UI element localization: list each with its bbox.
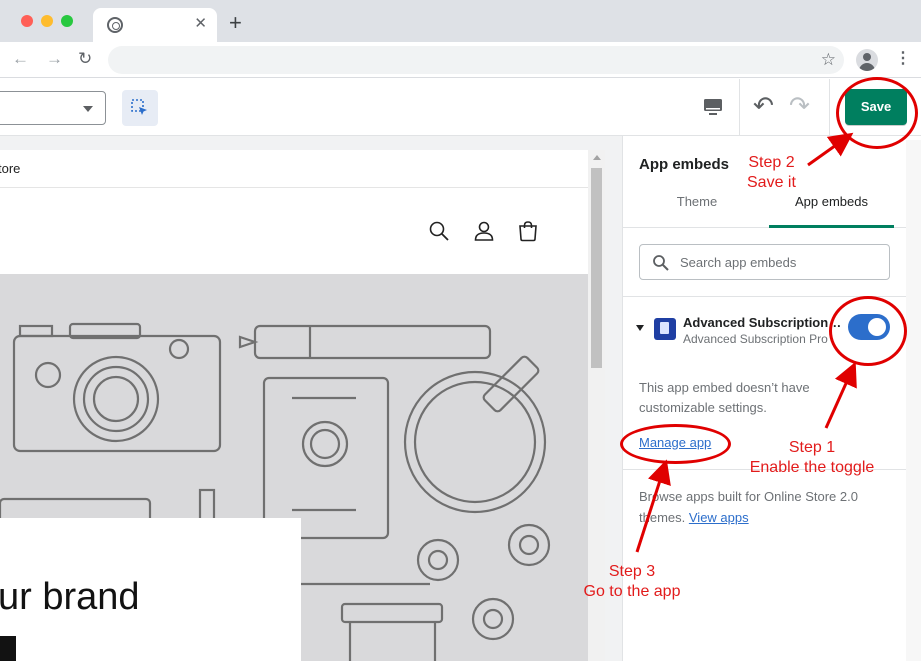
step2-title: Step 2 <box>748 154 795 171</box>
step1-desc: Enable the toggle <box>749 459 875 476</box>
step3-arrow <box>635 459 671 553</box>
step2-desc: Save it <box>747 174 796 191</box>
step3-annotation: Step 3 Go to the app <box>579 562 685 602</box>
step1-annotation: Step 1 Enable the toggle <box>745 438 879 478</box>
step1-title: Step 1 <box>788 439 836 456</box>
step2-arrow <box>807 132 854 167</box>
step3-title: Step 3 <box>608 563 656 580</box>
step1-arrow <box>824 361 857 429</box>
step3-desc: Go to the app <box>583 583 681 600</box>
annotation-arrows <box>635 132 857 553</box>
step2-annotation: Step 2 Save it <box>747 153 796 193</box>
